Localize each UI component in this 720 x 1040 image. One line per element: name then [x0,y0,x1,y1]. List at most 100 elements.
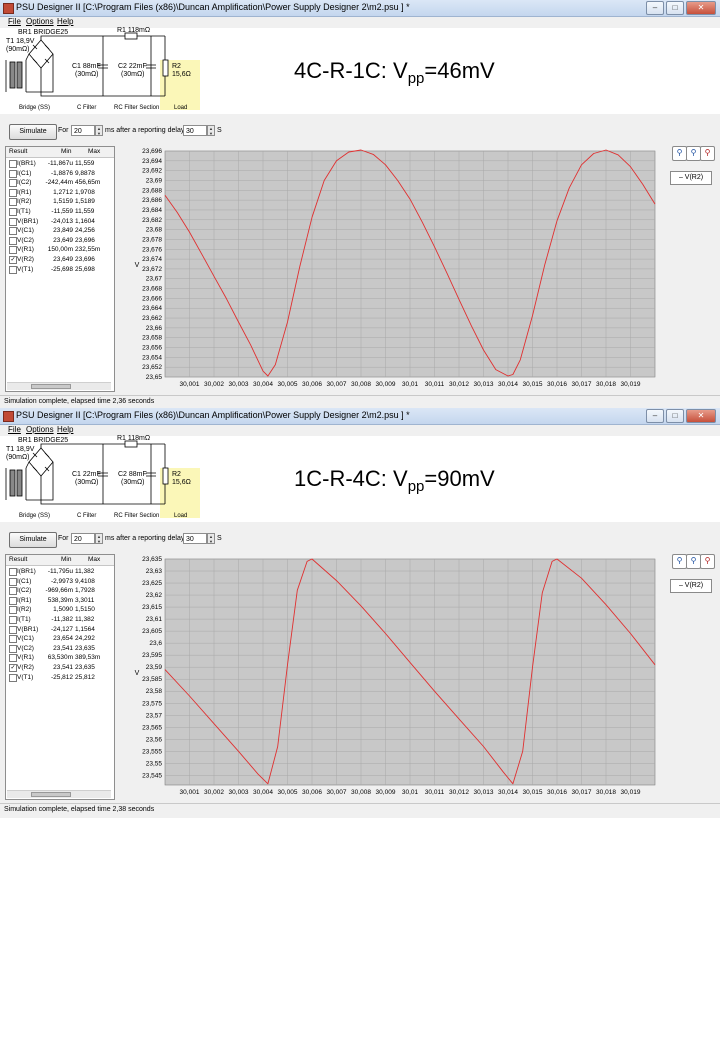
result-max: 23,696 [75,236,95,244]
result-checkbox[interactable] [9,587,17,596]
result-name: I(BR1) [17,568,36,575]
result-checkbox[interactable] [9,227,17,236]
result-checkbox[interactable] [9,188,17,197]
result-checkbox[interactable] [9,654,17,663]
result-row[interactable]: I(R2) 1,5159 1,5189 [6,197,114,207]
simulate-button[interactable]: Simulate [9,124,57,140]
result-checkbox[interactable] [9,596,17,605]
close-button[interactable]: ✕ [686,1,716,15]
zoom-reset-icon[interactable]: ⚲ [700,554,715,569]
result-row[interactable]: I(R1) 538,39m 3,3011 [6,596,114,606]
legend-v-r2[interactable]: – V(R2) [670,579,712,593]
result-row[interactable]: V(C1) 23,654 24,292 [6,634,114,644]
result-row[interactable]: V(C1) 23,849 24,256 [6,226,114,236]
result-row[interactable]: I(C2) -242,44m 456,65m [6,178,114,188]
result-checkbox[interactable]: ✓ [9,664,17,672]
scrollbar-thumb[interactable] [31,384,71,389]
result-row[interactable]: I(R2) 1,5090 1,5150 [6,605,114,615]
header-max[interactable]: Max [88,556,100,563]
zoom-reset-icon[interactable]: ⚲ [700,146,715,161]
header-result[interactable]: Result [9,148,27,155]
delay-spinner[interactable]: ▲ ▼ [207,125,215,136]
menu-options[interactable]: Options [26,425,54,434]
legend-v-r2[interactable]: – V(R2) [670,171,712,185]
result-row[interactable]: I(C1) -2,9973 9,4108 [6,577,114,587]
result-checkbox[interactable] [9,198,17,207]
result-checkbox[interactable] [9,169,17,178]
result-checkbox[interactable]: ✓ [9,256,17,264]
results-list[interactable]: Result Min Max I(BR1) -11,795u 11,382 I(… [5,554,115,800]
waveform-chart[interactable]: 23,545 23,55 23,555 23,56 23,565 23,57 23,575 2… [115,554,715,802]
result-row[interactable]: V(BR1) -24,013 1,1604 [6,217,114,227]
menu-file[interactable]: File [8,425,21,434]
result-row[interactable]: V(R1) 63,530m 389,53m [6,653,114,663]
maximize-button[interactable]: □ [666,409,684,423]
result-row[interactable]: V(C2) 23,541 23,635 [6,644,114,654]
duration-input[interactable]: 20 [71,125,95,136]
result-row[interactable]: I(C2) -969,66m 1,7928 [6,586,114,596]
result-row[interactable]: ✓ V(R2) 23,649 23,696 [6,255,114,265]
result-checkbox[interactable] [9,236,17,245]
result-checkbox[interactable] [9,208,17,216]
menu-help[interactable]: Help [57,425,73,434]
result-row[interactable]: V(T1) -25,812 25,812 [6,673,114,683]
duration-spinner[interactable]: ▲ ▼ [95,125,103,136]
result-row[interactable]: I(T1) -11,382 11,382 [6,615,114,625]
x-tick-label: 30,001 [180,789,200,796]
title-bar[interactable]: PSU Designer II [C:\Program Files (x86)\… [0,408,720,425]
result-checkbox[interactable] [9,265,17,274]
duration-input[interactable]: 20 [71,533,95,544]
result-row[interactable]: I(T1) -11,559 11,559 [6,207,114,217]
zoom-in-icon[interactable]: ⚲ [672,146,687,161]
header-min[interactable]: Min [61,556,71,563]
result-row[interactable]: V(T1) -25,698 25,698 [6,265,114,275]
maximize-button[interactable]: □ [666,1,684,15]
results-scrollbar[interactable] [7,382,111,390]
result-row[interactable]: I(BR1) -11,867u 11,559 [6,159,114,169]
scrollbar-thumb[interactable] [31,792,71,797]
waveform-chart[interactable]: 23,65 23,652 23,654 23,656 23,658 23,66 23,662… [115,146,715,394]
delay-input[interactable]: 30 [183,533,207,544]
result-checkbox[interactable] [9,616,17,624]
y-tick-label: 23,58 [146,688,163,695]
ms-delay-label: ms after a reporting delay of [105,535,193,542]
header-min[interactable]: Min [61,148,71,155]
zoom-in-icon[interactable]: ⚲ [672,554,687,569]
result-row[interactable]: V(C2) 23,649 23,696 [6,236,114,246]
result-checkbox[interactable] [9,246,17,255]
result-checkbox[interactable] [9,644,17,653]
menu-options[interactable]: Options [26,17,54,26]
menu-file[interactable]: File [8,17,21,26]
delay-spinner[interactable]: ▲ ▼ [207,533,215,544]
minimize-button[interactable]: – [646,409,664,423]
result-row[interactable]: ✓ V(R2) 23,541 23,635 [6,663,114,673]
menu-help[interactable]: Help [57,17,73,26]
minimize-button[interactable]: – [646,1,664,15]
zoom-out-icon[interactable]: ⚲ [686,146,701,161]
results-list[interactable]: Result Min Max I(BR1) -11,867u 11,559 I(… [5,146,115,392]
result-checkbox[interactable] [9,568,17,576]
title-bar[interactable]: PSU Designer II [C:\Program Files (x86)\… [0,0,720,17]
close-button[interactable]: ✕ [686,409,716,423]
duration-spinner[interactable]: ▲ ▼ [95,533,103,544]
result-checkbox[interactable] [9,577,17,586]
delay-input[interactable]: 30 [183,125,207,136]
y-tick-label: 23,555 [142,748,162,755]
simulate-button[interactable]: Simulate [9,532,57,548]
result-row[interactable]: V(R1) 150,00m 232,55m [6,245,114,255]
result-row[interactable]: I(R1) 1,2712 1,9708 [6,188,114,198]
result-row[interactable]: I(C1) -1,8876 9,8878 [6,169,114,179]
result-checkbox[interactable] [9,635,17,644]
result-checkbox[interactable] [9,673,17,682]
result-checkbox[interactable] [9,606,17,615]
header-max[interactable]: Max [88,148,100,155]
result-checkbox[interactable] [9,217,17,226]
result-checkbox[interactable] [9,160,17,168]
result-checkbox[interactable] [9,179,17,188]
zoom-out-icon[interactable]: ⚲ [686,554,701,569]
result-checkbox[interactable] [9,625,17,634]
header-result[interactable]: Result [9,556,27,563]
results-scrollbar[interactable] [7,790,111,798]
result-row[interactable]: I(BR1) -11,795u 11,382 [6,567,114,577]
result-row[interactable]: V(BR1) -24,127 1,1564 [6,625,114,635]
